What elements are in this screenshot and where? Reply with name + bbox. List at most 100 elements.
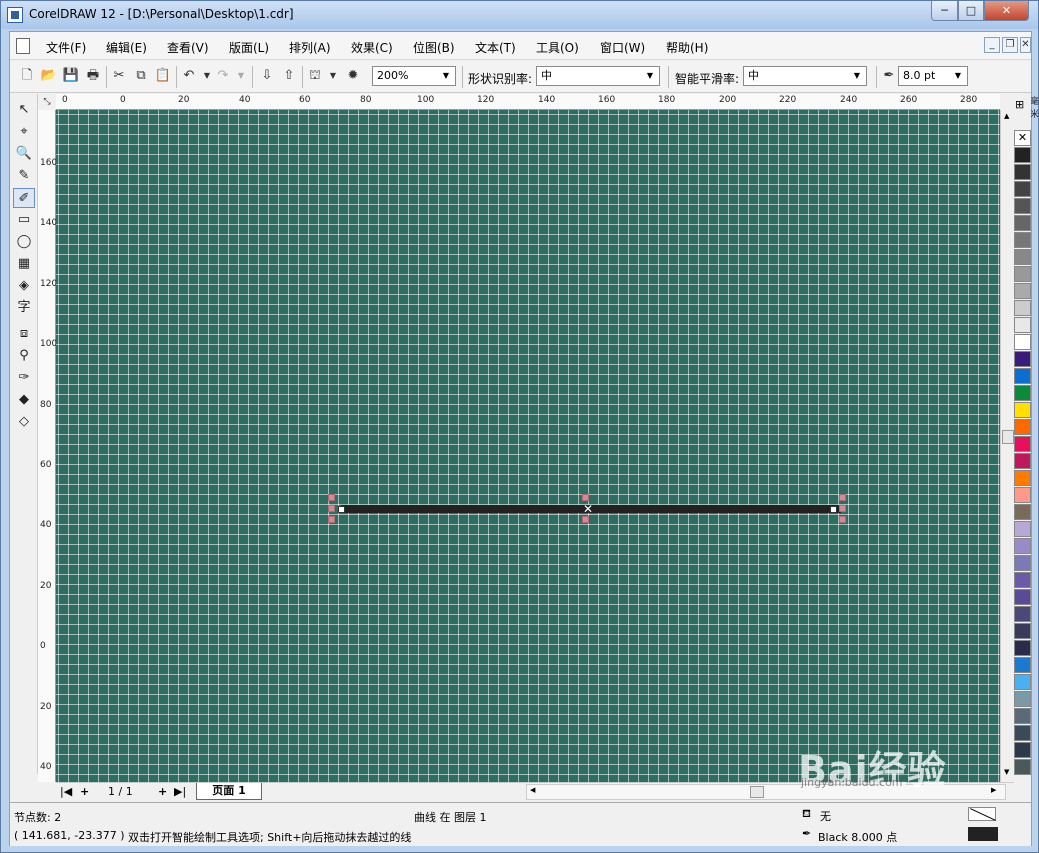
curve-node[interactable] [338,506,345,513]
maximize-button[interactable]: □ [958,1,984,21]
new-icon[interactable]: 🗋 [18,67,36,85]
palette-swatch[interactable] [1014,572,1031,588]
open-icon[interactable]: 📂 [40,67,58,85]
palette-swatch[interactable] [1014,759,1031,775]
freehand-tool-icon[interactable]: ✎ [13,166,35,186]
palette-swatch[interactable] [1014,725,1031,741]
menu-arrange[interactable]: 排列(A) [289,39,331,56]
coreldraw-app-icon[interactable] [7,7,23,23]
rotation-center-icon[interactable]: ✕ [583,503,593,515]
selection-handle[interactable] [582,494,589,501]
title-bar[interactable]: CorelDRAW 12 - [D:\Personal\Desktop\1.cd… [1,1,1038,29]
palette-options-icon[interactable]: ⊞ [1015,98,1024,111]
horizontal-scroll-thumb[interactable] [750,786,764,798]
no-color-swatch[interactable]: ✕ [1014,130,1031,146]
palette-swatch[interactable] [1014,691,1031,707]
menu-layout[interactable]: 版面(L) [229,39,269,56]
horizontal-ruler[interactable]: 0 0 20 40 60 80 100 120 140 160 180 200 … [56,94,1039,120]
import-icon[interactable]: ⇩ [258,67,276,85]
close-button[interactable]: ✕ [984,1,1029,21]
cut-icon[interactable]: ✂ [110,67,128,85]
palette-swatch[interactable] [1014,198,1031,214]
outline-width-select[interactable]: 8.0 pt ▼ [898,66,968,86]
selection-handle[interactable] [839,516,846,523]
print-icon[interactable]: 🖶 [84,67,102,85]
palette-swatch[interactable] [1014,232,1031,248]
palette-swatch[interactable] [1014,453,1031,469]
palette-swatch[interactable] [1014,249,1031,265]
drawing-canvas[interactable]: ✕ [56,110,1000,782]
palette-swatch[interactable] [1014,351,1031,367]
doc-restore-button[interactable]: ❐ [1002,37,1018,53]
scroll-left-icon[interactable]: ◀ [530,786,535,794]
doc-minimize-button[interactable]: _ [984,37,1000,53]
smart-smoothing-select[interactable]: 中 ▼ [743,66,867,86]
palette-swatch[interactable] [1014,334,1031,350]
palette-swatch[interactable] [1014,385,1031,401]
palette-swatch[interactable] [1014,164,1031,180]
palette-swatch[interactable] [1014,521,1031,537]
palette-swatch[interactable] [1014,402,1031,418]
rectangle-tool-icon[interactable]: ▭ [13,210,35,230]
palette-swatch[interactable] [1014,606,1031,622]
pick-tool-icon[interactable]: ↖ [13,100,35,120]
palette-swatch[interactable] [1014,300,1031,316]
palette-swatch[interactable] [1014,589,1031,605]
palette-swatch[interactable] [1014,470,1031,486]
palette-swatch[interactable] [1014,283,1031,299]
corel-online-icon[interactable]: ✹ [344,67,362,85]
launcher-dropdown-icon[interactable]: ▼ [324,67,342,85]
redo-dropdown-icon[interactable]: ▼ [232,67,250,85]
menu-effects[interactable]: 效果(C) [351,39,393,56]
interactive-blend-tool-icon[interactable]: ⧈ [13,324,35,344]
text-tool-icon[interactable]: 字 [13,298,35,318]
save-icon[interactable]: 💾 [62,67,80,85]
palette-swatch[interactable] [1014,215,1031,231]
palette-swatch[interactable] [1014,708,1031,724]
palette-swatch[interactable] [1014,419,1031,435]
doc-close-button[interactable]: ✕ [1020,37,1031,53]
copy-icon[interactable]: ⧉ [132,67,150,85]
menu-text[interactable]: 文本(T) [475,39,516,56]
export-icon[interactable]: ⇧ [280,67,298,85]
fill-swatch[interactable] [968,807,996,821]
menu-tools[interactable]: 工具(O) [536,39,579,56]
zoom-tool-icon[interactable]: 🔍 [13,144,35,164]
shape-recognition-select[interactable]: 中 ▼ [536,66,660,86]
graph-paper-tool-icon[interactable]: ▦ [13,254,35,274]
vertical-scrollbar[interactable]: ▲ ▼ [1000,110,1014,782]
scroll-right-icon[interactable]: ▶ [991,786,996,794]
selection-handle[interactable] [328,505,335,512]
scroll-up-icon[interactable]: ▲ [1004,112,1009,120]
redo-icon[interactable]: ↷ [214,67,232,85]
palette-swatch[interactable] [1014,368,1031,384]
outline-swatch[interactable] [968,827,998,841]
eyedropper-tool-icon[interactable]: ⚲ [13,346,35,366]
palette-swatch[interactable] [1014,181,1031,197]
undo-icon[interactable]: ↶ [180,67,198,85]
zoom-levels-select[interactable]: 200% ▼ [372,66,456,86]
vertical-scroll-thumb[interactable] [1002,430,1014,444]
add-page-after-icon[interactable]: + [158,785,167,798]
palette-swatch[interactable] [1014,640,1031,656]
palette-swatch[interactable] [1014,504,1031,520]
menu-window[interactable]: 窗口(W) [600,39,645,56]
add-page-before-icon[interactable]: + [80,785,89,798]
palette-swatch[interactable] [1014,487,1031,503]
palette-swatch[interactable] [1014,266,1031,282]
palette-swatch[interactable] [1014,674,1031,690]
ellipse-tool-icon[interactable]: ◯ [13,232,35,252]
menu-edit[interactable]: 编辑(E) [106,39,147,56]
basic-shapes-tool-icon[interactable]: ◈ [13,276,35,296]
selection-handle[interactable] [328,516,335,523]
palette-swatch[interactable] [1014,147,1031,163]
selection-handle[interactable] [839,505,846,512]
page-tab[interactable]: 页面 1 [196,783,262,800]
menu-bitmaps[interactable]: 位图(B) [413,39,455,56]
palette-swatch[interactable] [1014,538,1031,554]
palette-swatch[interactable] [1014,555,1031,571]
palette-swatch[interactable] [1014,657,1031,673]
first-page-icon[interactable]: |◀ [60,785,72,798]
application-launcher-icon[interactable]: ⛫ [306,67,324,85]
palette-swatch[interactable] [1014,317,1031,333]
